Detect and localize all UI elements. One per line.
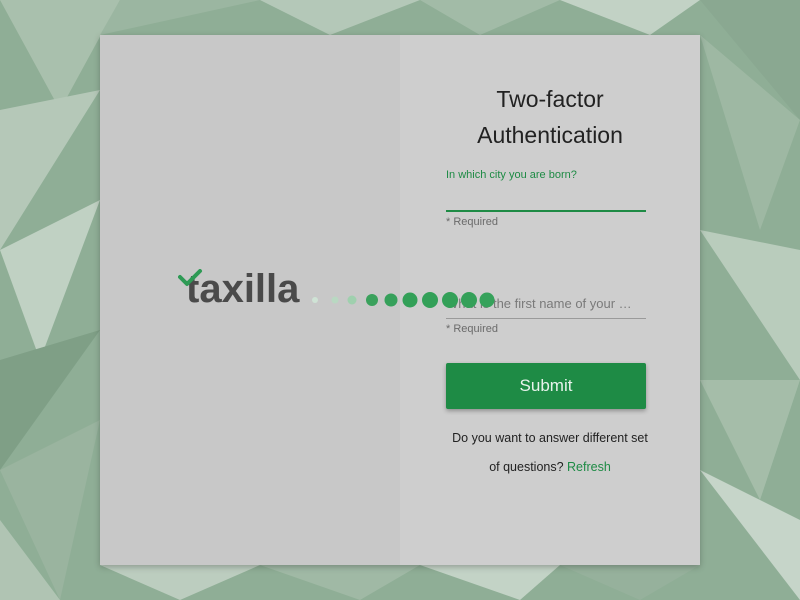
loading-dots-icon <box>305 290 505 310</box>
loader-dot <box>422 292 438 308</box>
loader-dot <box>347 295 357 305</box>
loader-dot <box>366 294 378 306</box>
question-2-label-spacer <box>446 275 646 289</box>
footer-text-line-1: Do you want to answer different set <box>452 431 648 445</box>
question-1-label: In which city you are born? <box>446 169 577 181</box>
refresh-link[interactable]: Refresh <box>567 460 611 474</box>
loader-dot <box>442 292 458 308</box>
footer-text-line-2: of questions? <box>489 460 564 474</box>
alternate-questions-prompt: Do you want to answer different set of q… <box>430 424 670 482</box>
title-line-2: Authentication <box>477 122 623 148</box>
question-1-input[interactable] <box>446 182 646 212</box>
checkmark-icon <box>178 269 202 286</box>
question-1-required-hint: * Required <box>446 216 498 228</box>
auth-card: taxilla Two-factor Authentication In whi… <box>100 35 700 565</box>
loader-dot <box>402 292 418 308</box>
question-2-required-hint: * Required <box>446 323 498 335</box>
taxilla-logo: taxilla <box>178 267 299 309</box>
page-title: Two-factor Authentication <box>400 81 700 153</box>
loader-dot <box>312 297 318 303</box>
footer-line-2: of questions? Refresh <box>430 453 670 482</box>
submit-button[interactable]: Submit <box>446 363 646 409</box>
loader-dot <box>461 292 477 308</box>
title-line-1: Two-factor <box>496 86 604 112</box>
loader-dot <box>479 292 495 308</box>
loader-dot <box>384 293 398 307</box>
security-question-1: In which city you are born? * Required <box>446 168 646 229</box>
loader-dot <box>331 296 339 304</box>
